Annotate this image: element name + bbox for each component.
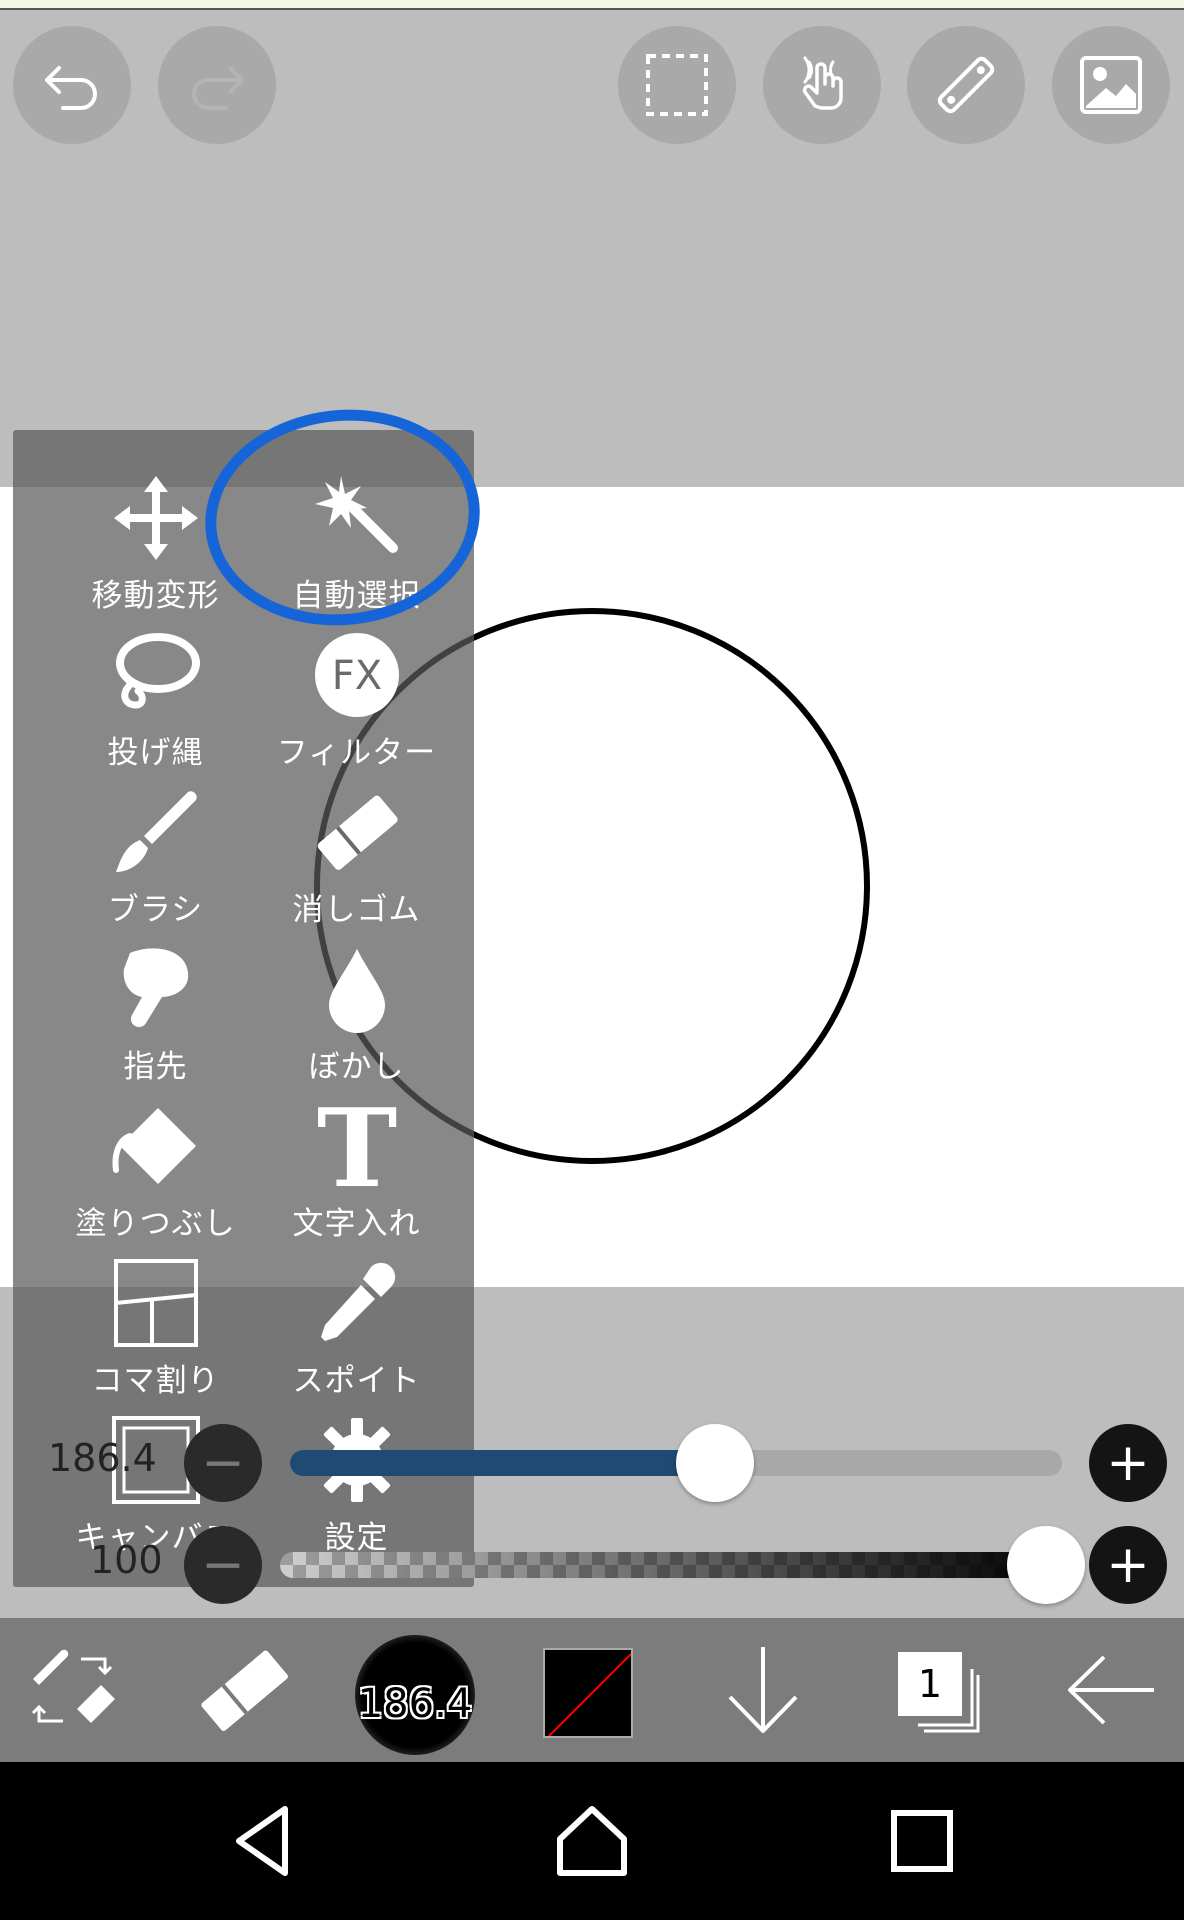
svg-text:FX: FX (331, 653, 381, 699)
undo-icon (45, 66, 97, 110)
nav-recents-button[interactable] (842, 1762, 1002, 1920)
selection-button[interactable] (618, 26, 736, 144)
tool-label: ぼかし (308, 1049, 405, 1085)
brush-size-value: 186.4 (48, 1436, 157, 1480)
layer-count-badge: 1 (898, 1652, 962, 1716)
nav-home-icon (557, 1806, 627, 1876)
back-arrow-button[interactable] (1048, 1618, 1174, 1762)
drop-icon (328, 949, 385, 1033)
image-icon (1080, 56, 1142, 114)
opacity-value: 100 (90, 1538, 163, 1582)
swap-tool-button[interactable] (22, 1618, 122, 1762)
size-slider-knob[interactable] (675, 1424, 754, 1502)
reference-image-button[interactable] (1052, 26, 1170, 144)
tool-text[interactable]: T 文字入れ (254, 1098, 459, 1248)
redo-button[interactable] (158, 26, 276, 144)
size-slider-fill (290, 1450, 715, 1476)
ruler-button[interactable] (907, 26, 1025, 144)
opacity-slider-knob[interactable] (1007, 1526, 1085, 1604)
arrow-down-icon (728, 1647, 798, 1733)
brush-icon (115, 791, 197, 872)
status-strip (0, 0, 1184, 10)
nav-recents-icon (891, 1810, 953, 1872)
lasso-icon (115, 633, 200, 709)
arrow-left-icon (1068, 1655, 1154, 1725)
nav-home-button[interactable] (512, 1762, 672, 1920)
tool-settings[interactable]: 設定 (254, 1412, 459, 1562)
bucket-icon (112, 1108, 196, 1184)
svg-text:T: T (316, 1100, 396, 1192)
tool-label: 文字入れ (292, 1206, 421, 1242)
frame-divider-icon (113, 1259, 198, 1347)
ruler-icon (937, 56, 995, 114)
no-color-slash-icon (547, 1652, 631, 1736)
tool-eraser[interactable]: 消しゴム (254, 784, 459, 934)
opacity-increase-button[interactable]: + (1089, 1526, 1167, 1604)
tool-label: スポイト (292, 1363, 421, 1399)
eraser-icon (201, 1650, 288, 1731)
move-arrows-icon (113, 476, 198, 560)
tool-finger[interactable]: 指先 (53, 941, 258, 1091)
tool-label: 投げ縄 (107, 735, 204, 771)
eraser-tool-button[interactable] (194, 1618, 294, 1762)
color-swatch-button[interactable] (543, 1648, 633, 1738)
size-increase-button[interactable]: + (1089, 1424, 1167, 1502)
tool-frame-divider[interactable]: コマ割り (53, 1255, 258, 1405)
tool-eyedropper[interactable]: スポイト (254, 1255, 459, 1405)
text-icon: T (316, 1100, 396, 1192)
tool-label: 指先 (123, 1049, 188, 1085)
finger-icon (123, 948, 188, 1028)
eraser-icon (317, 795, 398, 870)
system-nav-bar (0, 1762, 1184, 1920)
tool-label: ブラシ (107, 892, 204, 928)
gesture-button[interactable] (763, 26, 881, 144)
nav-back-icon (236, 1806, 288, 1876)
tool-lasso[interactable]: 投げ縄 (53, 627, 258, 777)
tool-blur[interactable]: ぼかし (254, 941, 459, 1091)
opacity-decrease-button[interactable]: − (184, 1526, 262, 1604)
brush-preview-button[interactable]: 186.4 (355, 1635, 475, 1755)
nav-back-button[interactable] (185, 1762, 345, 1920)
tool-filter[interactable]: FX フィルター (254, 627, 459, 777)
tool-brush[interactable]: ブラシ (53, 784, 258, 934)
layer-down-button[interactable] (700, 1618, 826, 1762)
tool-fill[interactable]: 塗りつぶし (53, 1098, 258, 1248)
touch-hand-icon (802, 56, 843, 110)
tool-label: フィルター (276, 735, 437, 771)
opacity-slider-track[interactable] (280, 1552, 1062, 1578)
fx-icon: FX (314, 633, 399, 717)
tool-label: 移動変形 (91, 578, 220, 614)
tool-label: 消しゴム (292, 892, 421, 928)
brush-size-label: 186.4 (357, 1681, 473, 1727)
tool-label: 塗りつぶし (75, 1206, 236, 1242)
tool-label: 設定 (324, 1520, 389, 1556)
selection-rect-icon (646, 54, 708, 116)
redo-icon (192, 66, 244, 110)
undo-button[interactable] (13, 26, 131, 144)
eyedropper-icon (320, 1262, 395, 1341)
tool-label: コマ割り (91, 1363, 220, 1399)
brush-eraser-swap-icon (31, 1649, 115, 1723)
size-decrease-button[interactable]: − (184, 1424, 262, 1502)
